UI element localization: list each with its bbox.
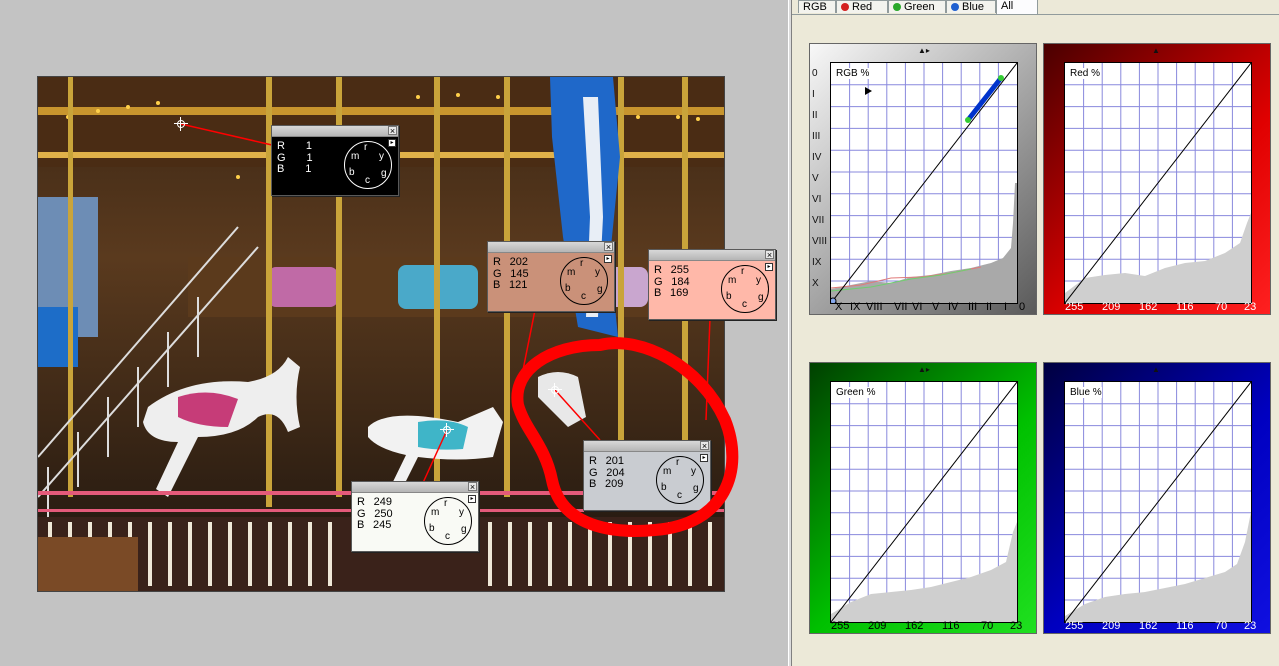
tab-green[interactable]: Green: [888, 0, 946, 13]
close-icon[interactable]: ×: [765, 250, 774, 260]
tab-red[interactable]: Red: [836, 0, 888, 13]
color-wheel-icon: r m y b g c: [560, 257, 608, 305]
sample-marker[interactable]: [548, 383, 562, 397]
red-value: 201: [605, 455, 625, 467]
red-value: 1: [305, 140, 313, 152]
rgb-curve-graph: [831, 63, 1017, 303]
blue-curve-plot[interactable]: Blue %: [1064, 381, 1252, 623]
blue-value: 209: [605, 478, 624, 490]
red-value: 249: [373, 496, 393, 508]
green-dot-icon: [893, 3, 901, 11]
color-probe-3[interactable]: × R 255 G 184 B 169 r m y b g c ▸: [648, 249, 776, 320]
blue-curve-title: Blue %: [1070, 387, 1102, 398]
probe-menu-icon[interactable]: ▸: [388, 139, 396, 147]
sample-marker[interactable]: [174, 117, 188, 131]
blue-value: 169: [670, 287, 689, 299]
green-curve-plot[interactable]: Green %: [830, 381, 1018, 623]
color-wheel-icon: r m y b g c: [656, 456, 704, 504]
color-probe-4[interactable]: × R 201 G 204 B 209 r m y b g c ▸: [583, 440, 711, 511]
probe-body: R 1 G 1 B 1 r m y b g c ▸: [272, 137, 398, 195]
probe-titlebar[interactable]: ×: [352, 482, 478, 493]
probe-menu-icon[interactable]: ▸: [765, 263, 773, 271]
probe-menu-icon[interactable]: ▸: [468, 495, 476, 503]
rgb-readout: R 201 G 204 B 209: [589, 455, 625, 490]
sample-marker[interactable]: [440, 423, 454, 437]
green-curve-graph: [831, 382, 1017, 622]
rgb-readout: R 1 G 1 B 1: [277, 140, 313, 175]
red-curve-graph: [1065, 63, 1251, 303]
close-icon[interactable]: ×: [604, 242, 613, 252]
probe-menu-icon[interactable]: ▸: [604, 255, 612, 263]
tab-blue[interactable]: Blue: [946, 0, 996, 13]
panel-grip-icon[interactable]: ▲: [1152, 46, 1160, 55]
probe-titlebar[interactable]: ×: [488, 242, 614, 253]
red-dot-icon: [841, 3, 849, 11]
color-probe-1[interactable]: × R 1 G 1 B 1 r m y b g c ▸: [271, 125, 399, 196]
probe-body: R 202 G 145 B 121 r m y b g c ▸: [488, 253, 614, 311]
rgb-readout: R 202 G 145 B 121: [493, 256, 529, 291]
color-wheel-icon: r m y b g c: [424, 497, 472, 545]
red-axis-ticks: 255 209 162 116 70 23: [1065, 301, 1257, 313]
probe-menu-icon[interactable]: ▸: [700, 454, 708, 462]
color-wheel-icon: r m y b g c: [344, 141, 392, 189]
green-curve-title: Green %: [836, 387, 876, 398]
red-curve-panel: ▲ Red % 255 209 162 116 70 23: [1043, 43, 1271, 315]
blue-dot-icon: [951, 3, 959, 11]
blue-value: 245: [373, 519, 392, 531]
curves-panel: RGB Red Green Blue All ▲▸ RGB % 0 I II I…: [792, 0, 1279, 666]
blue-curve-panel: ▲ Blue % 255 209 162 116 70 23: [1043, 362, 1271, 634]
tab-rgb[interactable]: RGB: [798, 0, 836, 13]
color-wheel-icon: r m y b g c: [721, 265, 769, 313]
close-icon[interactable]: ×: [700, 441, 709, 451]
channel-tabs: RGB Red Green Blue All: [792, 0, 1279, 15]
color-probe-2[interactable]: × R 202 G 145 B 121 r m y b g c ▸: [487, 241, 615, 312]
probe-body: R 201 G 204 B 209 r m y b g c ▸: [584, 452, 710, 510]
blue-axis-ticks: 255 209 162 116 70 23: [1065, 620, 1257, 632]
color-probe-5[interactable]: × R 249 G 250 B 245 r m y b g c ▸: [351, 481, 479, 552]
green-curve-panel: ▲▸ Green % 255 209 162 116 70 23: [809, 362, 1037, 634]
red-value: 202: [509, 256, 529, 268]
image-viewer: × R 1 G 1 B 1 r m y b g c ▸ × R 202 G 14…: [0, 0, 788, 666]
probe-titlebar[interactable]: ×: [272, 126, 398, 137]
rgb-curve-title: RGB %: [836, 68, 870, 79]
probe-body: R 249 G 250 B 245 r m y b g c ▸: [352, 493, 478, 551]
panel-grip-icon[interactable]: ▲▸: [918, 365, 930, 374]
red-curve-title: Red %: [1070, 68, 1101, 79]
rgb-curve-plot[interactable]: RGB %: [830, 62, 1018, 304]
close-icon[interactable]: ×: [468, 482, 477, 492]
close-icon[interactable]: ×: [388, 126, 397, 136]
panel-grip-icon[interactable]: ▲: [1152, 365, 1160, 374]
green-axis-ticks: 255 209 162 116 70 23: [831, 620, 1023, 632]
blue-value: 121: [509, 279, 528, 291]
probe-titlebar[interactable]: ×: [584, 441, 710, 452]
tab-all[interactable]: All: [996, 0, 1038, 14]
rgb-readout: R 255 G 184 B 169: [654, 264, 690, 299]
probe-body: R 255 G 184 B 169 r m y b g c ▸: [649, 261, 775, 319]
red-curve-plot[interactable]: Red %: [1064, 62, 1252, 304]
rgb-readout: R 249 G 250 B 245: [357, 496, 393, 531]
red-value: 255: [670, 264, 690, 276]
panel-grip-icon[interactable]: ▲▸: [918, 46, 930, 55]
rgb-axis-ticks: X IX VIII VII VI V IV III II I 0: [835, 301, 1026, 313]
probe-titlebar[interactable]: ×: [649, 250, 775, 261]
blue-curve-graph: [1065, 382, 1251, 622]
blue-value: 1: [305, 163, 312, 175]
rgb-curve-panel: ▲▸ RGB % 0 I II III IV V VI VII VIII IX …: [809, 43, 1037, 315]
